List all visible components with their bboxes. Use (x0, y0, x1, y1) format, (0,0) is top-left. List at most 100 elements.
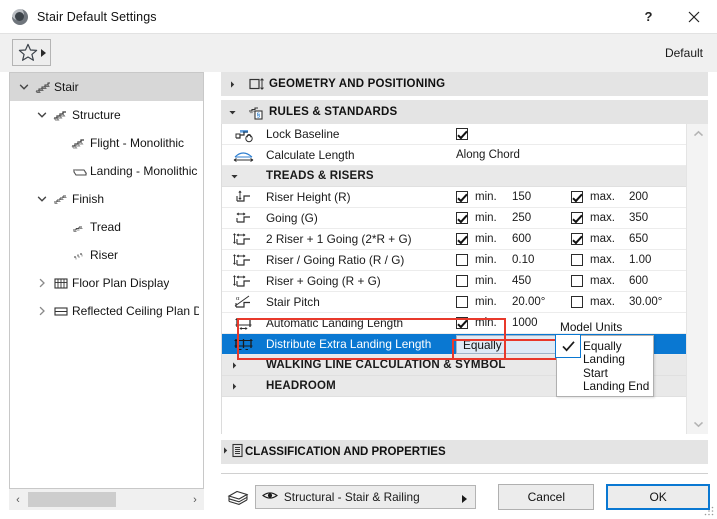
tree-item-structure[interactable]: Structure (10, 101, 203, 129)
stair-pitch-min-cell[interactable]: min. (456, 296, 497, 308)
lock-baseline-checkbox-cell[interactable] (456, 128, 468, 140)
cancel-button[interactable]: Cancel (498, 484, 594, 510)
tree-item-finish[interactable]: Finish (10, 185, 203, 213)
going-max-checkbox[interactable] (571, 212, 583, 224)
chevron-right-icon[interactable] (222, 361, 246, 370)
chevron-right-icon[interactable] (221, 446, 230, 458)
going-min-checkbox[interactable] (456, 212, 468, 224)
going-min-cell[interactable]: min. (456, 212, 497, 224)
close-button[interactable] (671, 0, 717, 33)
two-riser-going-max-cell[interactable]: max. (571, 233, 615, 245)
row-two-riser-one-going[interactable]: 2 Riser + 1 Going (2*R + G) min. 600 max… (222, 229, 687, 250)
section-rules-and-standards[interactable]: § RULES & STANDARDS (221, 100, 708, 124)
automatic-landing-length-min-cell[interactable]: min. (456, 317, 497, 329)
rules-icon: § (243, 105, 269, 120)
riser-going-ratio-max-checkbox[interactable] (571, 254, 583, 266)
structure-icon (50, 108, 72, 122)
tree-item-landing-monolithic[interactable]: Landing - Monolithic (10, 157, 203, 185)
row-riser-plus-going[interactable]: Riser + Going (R + G) min. 450 max. 600 (222, 271, 687, 292)
chevron-down-icon[interactable] (34, 110, 50, 120)
subsection-treads-and-risers[interactable]: TREADS & RISERS (222, 166, 687, 187)
stair-pitch-min-value[interactable]: 20.00° (512, 296, 545, 308)
rules-vertical-scrollbar[interactable] (686, 124, 708, 434)
riser-height-min-cell[interactable]: min. (456, 191, 497, 203)
riser-height-max-cell[interactable]: max. (571, 191, 615, 203)
stair-pitch-max-value[interactable]: 30.00° (629, 296, 662, 308)
row-calculate-length[interactable]: Calculate Length Along Chord (222, 145, 687, 166)
tree-item-tread[interactable]: Tread (10, 213, 203, 241)
two-riser-going-max-checkbox[interactable] (571, 233, 583, 245)
riser-plus-going-max-checkbox[interactable] (571, 275, 583, 287)
section-classification-and-properties[interactable]: CLASSIFICATION AND PROPERTIES (221, 440, 708, 464)
going-min-value[interactable]: 250 (512, 212, 531, 224)
tree-item-flight-monolithic[interactable]: Flight - Monolithic (10, 129, 203, 157)
layer-selector[interactable]: Structural - Stair & Railing (255, 485, 477, 509)
tree-item-floor-plan-display[interactable]: Floor Plan Display (10, 269, 203, 297)
riser-plus-going-min-checkbox[interactable] (456, 275, 468, 287)
automatic-landing-length-min-checkbox[interactable] (456, 317, 468, 329)
max-label: max. (590, 191, 615, 203)
tree-item-riser[interactable]: Riser (10, 241, 203, 269)
riser-going-ratio-min-checkbox[interactable] (456, 254, 468, 266)
chevron-right-icon[interactable] (222, 382, 246, 391)
chevron-right-icon[interactable] (221, 80, 243, 89)
two-riser-going-max-value[interactable]: 650 (629, 233, 648, 245)
row-riser-going-ratio[interactable]: Riser / Going Ratio (R / G) min. 0.10 ma… (222, 250, 687, 271)
chevron-right-icon[interactable] (34, 278, 50, 288)
help-button[interactable]: ? (626, 0, 671, 33)
row-lock-baseline[interactable]: Lock Baseline (222, 124, 687, 145)
settings-tree[interactable]: Stair Structure Flight - Monol (9, 72, 204, 489)
menu-item-landing-start[interactable]: Landing Start (557, 356, 653, 376)
tree-item-reflected-ceiling-plan-display[interactable]: Reflected Ceiling Plan Di (10, 297, 203, 325)
distribute-landing-dropdown-menu[interactable]: Equally Landing Start Landing End (556, 335, 654, 397)
automatic-landing-length-min-value[interactable]: 1000 (512, 317, 538, 329)
riser-height-min-value[interactable]: 150 (512, 191, 531, 203)
chevron-right-icon[interactable] (34, 306, 50, 316)
menu-item-landing-end[interactable]: Landing End (557, 376, 653, 396)
stair-pitch-max-checkbox[interactable] (571, 296, 583, 308)
going-max-cell[interactable]: max. (571, 212, 615, 224)
riser-height-min-checkbox[interactable] (456, 191, 468, 203)
model-units-label: Model Units (560, 320, 622, 334)
footer-divider (221, 473, 708, 474)
riser-height-max-value[interactable]: 200 (629, 191, 648, 203)
tree-item-stair[interactable]: Stair (10, 73, 203, 101)
subsection-label: WALKING LINE CALCULATION & SYMBOL (246, 359, 506, 371)
min-label: min. (475, 275, 497, 287)
resize-grip-icon[interactable] (704, 506, 714, 516)
calculate-length-value[interactable]: Along Chord (456, 149, 520, 161)
riser-plus-going-min-cell[interactable]: min. (456, 275, 497, 287)
chevron-down-icon[interactable] (34, 194, 50, 204)
lock-baseline-checkbox[interactable] (456, 128, 468, 140)
riser-height-max-checkbox[interactable] (571, 191, 583, 203)
stair-pitch-min-checkbox[interactable] (456, 296, 468, 308)
row-stair-pitch[interactable]: α Stair Pitch min. 20.00° max. 30.00° (222, 292, 687, 313)
riser-going-ratio-min-cell[interactable]: min. (456, 254, 497, 266)
scroll-down-icon[interactable] (687, 414, 709, 434)
tree-horizontal-scrollbar[interactable]: ‹ › (9, 489, 204, 510)
ok-button[interactable]: OK (606, 484, 710, 510)
scrollbar-thumb[interactable] (28, 492, 116, 507)
going-max-value[interactable]: 350 (629, 212, 648, 224)
riser-going-ratio-min-value[interactable]: 0.10 (512, 254, 534, 266)
riser-plus-going-max-cell[interactable]: max. (571, 275, 615, 287)
riser-going-ratio-max-cell[interactable]: max. (571, 254, 615, 266)
riser-going-ratio-max-value[interactable]: 1.00 (629, 254, 651, 266)
chevron-down-icon[interactable] (16, 82, 32, 92)
scroll-up-icon[interactable] (687, 124, 709, 144)
chevron-down-icon[interactable] (222, 172, 246, 181)
row-going[interactable]: Going (G) min. 250 max. 350 (222, 208, 687, 229)
max-label: max. (590, 275, 615, 287)
riser-plus-going-max-value[interactable]: 600 (629, 275, 648, 287)
favorites-button[interactable] (12, 39, 51, 66)
two-riser-going-min-value[interactable]: 600 (512, 233, 531, 245)
scroll-right-icon[interactable]: › (186, 489, 204, 510)
scroll-left-icon[interactable]: ‹ (9, 489, 27, 510)
stair-pitch-max-cell[interactable]: max. (571, 296, 615, 308)
row-riser-height[interactable]: Riser Height (R) min. 150 max. 200 (222, 187, 687, 208)
two-riser-going-min-cell[interactable]: min. (456, 233, 497, 245)
riser-plus-going-min-value[interactable]: 450 (512, 275, 531, 287)
section-geometry-and-positioning[interactable]: GEOMETRY AND POSITIONING (221, 72, 708, 96)
chevron-down-icon[interactable] (221, 108, 243, 117)
two-riser-going-min-checkbox[interactable] (456, 233, 468, 245)
